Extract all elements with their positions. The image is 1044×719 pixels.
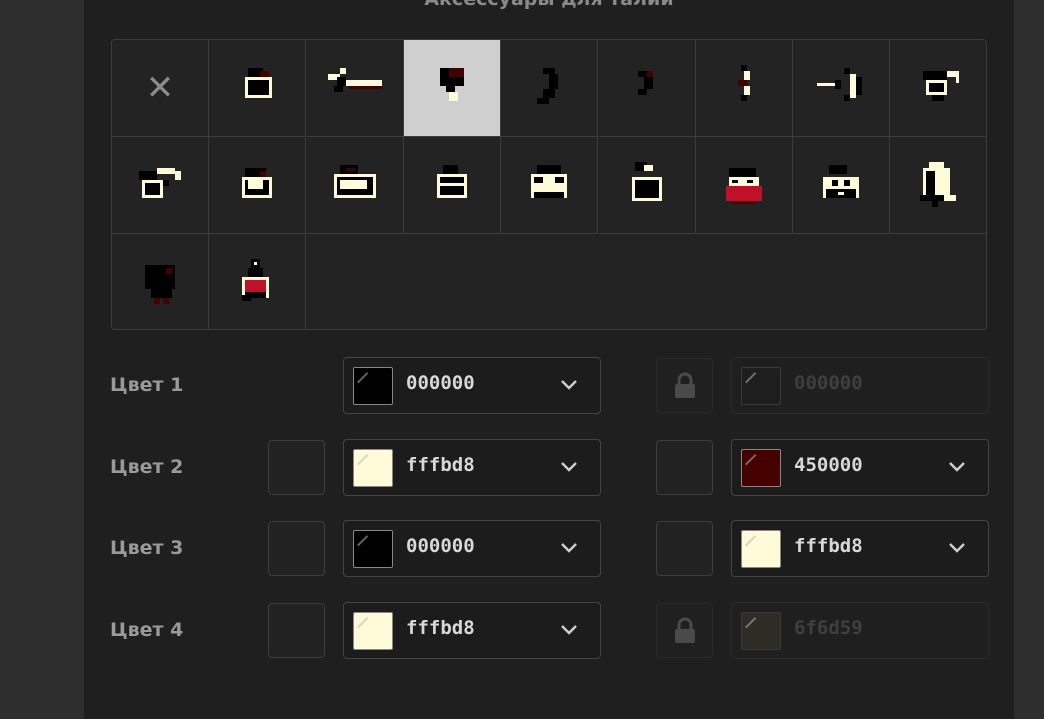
- satchel-icon: [130, 153, 190, 217]
- waist-accessories-panel: Аксессуары для талии ✕ Цвет 1 000000 00000…: [84, 0, 1014, 719]
- color-chip: [741, 612, 781, 650]
- accessory-slot[interactable]: [598, 137, 696, 234]
- cream-bag-icon: [519, 153, 579, 217]
- color-1-right-dropdown: 000000: [731, 357, 989, 414]
- wide-pouch-icon: [325, 153, 385, 217]
- color-3-right-toggle[interactable]: [656, 521, 713, 576]
- accessory-slot[interactable]: [306, 40, 404, 137]
- empty-grid-area: [306, 234, 986, 329]
- accessory-slot[interactable]: [403, 137, 501, 234]
- accessory-slot[interactable]: [209, 137, 307, 234]
- color-3-left-dropdown[interactable]: 000000: [343, 520, 601, 577]
- color-chip: [741, 367, 781, 405]
- color-chip: [353, 612, 393, 650]
- round-bag-icon: [908, 56, 968, 120]
- hex-value: 450000: [794, 454, 863, 476]
- sword-icon: [325, 56, 385, 120]
- panel-title: Аксессуары для талии: [84, 0, 1014, 10]
- none-icon: ✕: [145, 68, 175, 108]
- shadow-pouch-icon: [130, 250, 190, 314]
- hex-value: fffbd8: [406, 454, 475, 476]
- hex-value: fffbd8: [406, 617, 475, 639]
- accessory-slot[interactable]: [890, 137, 986, 234]
- hex-value: 6f6d59: [794, 617, 863, 639]
- accessory-slot[interactable]: [209, 40, 307, 137]
- accessory-slot[interactable]: [403, 40, 501, 137]
- accessory-slot[interactable]: [501, 40, 599, 137]
- left-gutter: [0, 0, 84, 719]
- accessory-slot[interactable]: [695, 137, 793, 234]
- color-row-label: Цвет 1: [110, 374, 184, 396]
- color-1-left-dropdown[interactable]: 000000: [343, 357, 601, 414]
- potion-icon: [227, 250, 287, 314]
- ring-bottle-icon: [617, 153, 677, 217]
- accessory-slot[interactable]: [306, 137, 404, 234]
- color-4-right-dropdown: 6f6d59: [731, 602, 989, 659]
- pouch-icon: [227, 153, 287, 217]
- accessory-slot[interactable]: [793, 40, 891, 137]
- flask-icon: [422, 56, 482, 120]
- bow-small-icon: [714, 56, 774, 120]
- color-row-label: Цвет 4: [110, 619, 184, 641]
- color-chip: [353, 367, 393, 405]
- box-bag-icon: [422, 153, 482, 217]
- bell-icon: [908, 153, 968, 217]
- accessory-slot[interactable]: [209, 234, 307, 329]
- accessory-slot[interactable]: [112, 234, 209, 329]
- color-2-left-toggle[interactable]: [268, 440, 325, 495]
- accessory-slot[interactable]: [598, 40, 696, 137]
- color-2-right-toggle[interactable]: [656, 440, 713, 495]
- accessory-slot[interactable]: [793, 137, 891, 234]
- color-row-label: Цвет 3: [110, 537, 184, 559]
- color-chip: [353, 530, 393, 568]
- accessory-slot[interactable]: [890, 40, 986, 137]
- horn-icon: [519, 56, 579, 120]
- color-4-left-toggle[interactable]: [268, 603, 325, 658]
- chevron-down-icon: [560, 376, 578, 394]
- hex-value: 000000: [406, 372, 475, 394]
- color-3-left-toggle[interactable]: [268, 521, 325, 576]
- hex-value: 000000: [406, 535, 475, 557]
- bow-icon: [811, 56, 871, 120]
- accessory-slot[interactable]: [695, 40, 793, 137]
- chevron-down-icon: [560, 621, 578, 639]
- scrollbar-track[interactable]: [1014, 0, 1044, 719]
- color-3-right-dropdown[interactable]: fffbd8: [731, 520, 989, 577]
- color-row-label: Цвет 2: [110, 456, 184, 478]
- color-chip: [741, 530, 781, 568]
- chevron-down-icon: [948, 539, 966, 557]
- color-2-right-dropdown[interactable]: 450000: [731, 439, 989, 496]
- red-pouch-icon: [714, 153, 774, 217]
- lock-icon: [656, 603, 713, 658]
- chevron-down-icon: [560, 539, 578, 557]
- color-chip: [741, 449, 781, 487]
- lock-icon: [656, 358, 713, 413]
- small-pouch-icon: [227, 56, 287, 120]
- color-4-left-dropdown[interactable]: fffbd8: [343, 602, 601, 659]
- accessory-grid: ✕: [111, 39, 987, 330]
- hex-value: fffbd8: [794, 535, 863, 557]
- hex-value: 000000: [794, 372, 863, 394]
- color-chip: [353, 449, 393, 487]
- small-horn-icon: [617, 56, 677, 120]
- accessory-slot[interactable]: [112, 137, 209, 234]
- color-2-left-dropdown[interactable]: fffbd8: [343, 439, 601, 496]
- accessory-slot[interactable]: [501, 137, 599, 234]
- chevron-down-icon: [560, 458, 578, 476]
- double-pouch-icon: [811, 153, 871, 217]
- chevron-down-icon: [948, 458, 966, 476]
- accessory-none[interactable]: ✕: [112, 40, 209, 137]
